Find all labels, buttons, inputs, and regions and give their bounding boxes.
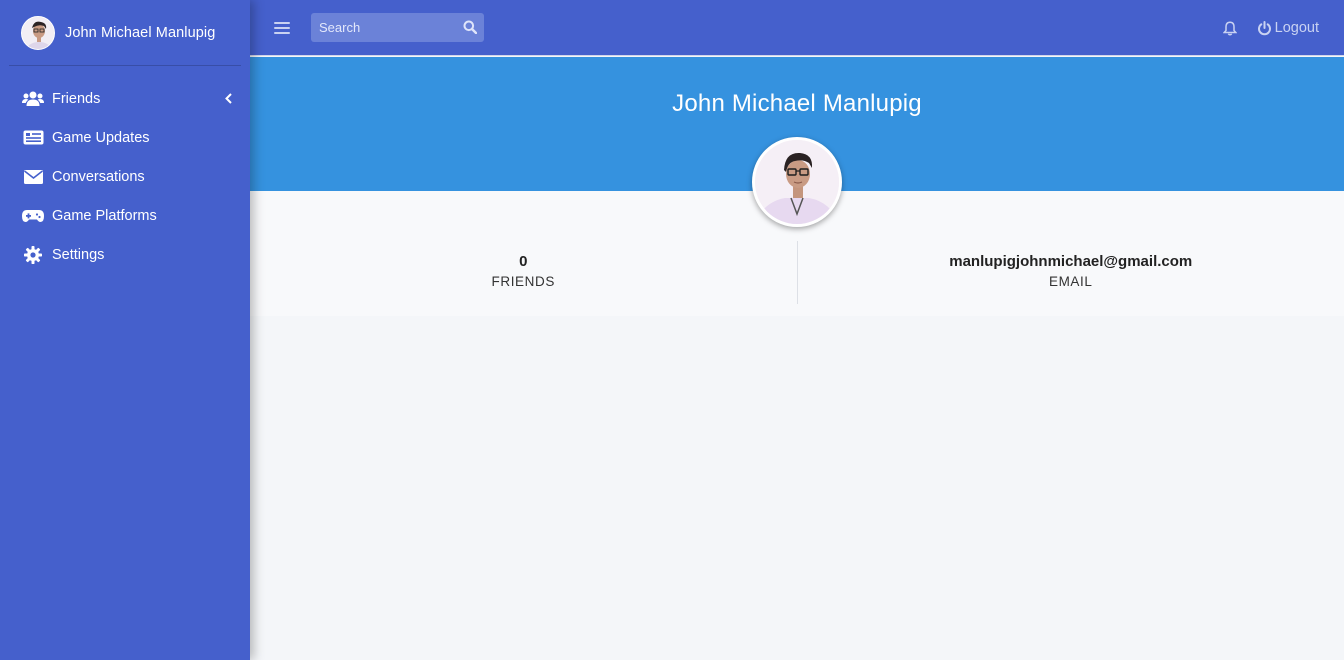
- sidebar-item-label: Game Updates: [52, 129, 150, 146]
- search-box: [311, 13, 484, 42]
- avatar[interactable]: [21, 15, 55, 50]
- profile-avatar: [752, 137, 842, 227]
- topbar: Logout: [250, 0, 1344, 56]
- sidebar-item-label: Settings: [52, 246, 105, 263]
- stat-email: manlupigjohnmichael@gmail.com EMAIL: [796, 241, 1344, 304]
- topbar-actions: Logout: [1222, 0, 1344, 56]
- logout-button[interactable]: Logout: [1257, 20, 1319, 36]
- stat-email-label: EMAIL: [1048, 274, 1093, 289]
- sidebar-item-label: Friends: [52, 90, 101, 107]
- sidebar-user-name[interactable]: John Michael Manlupig: [65, 25, 215, 41]
- search-input[interactable]: [311, 13, 484, 42]
- newspaper-icon: [22, 129, 44, 147]
- sidebar-item-settings[interactable]: Settings: [0, 235, 250, 274]
- sidebar-item-conversations[interactable]: Conversations: [0, 157, 250, 196]
- sidebar-nav: Friends Game Updates Conversations Game …: [0, 79, 250, 274]
- chevron-left-icon: [225, 93, 235, 105]
- stat-friends-label: FRIENDS: [491, 274, 555, 289]
- gear-icon: [22, 245, 44, 264]
- sidebar: John Michael Manlupig Friends Game Updat…: [0, 0, 250, 660]
- sidebar-user-panel[interactable]: John Michael Manlupig: [9, 0, 241, 66]
- profile-header: John Michael Manlupig: [250, 57, 1344, 227]
- users-icon: [22, 90, 44, 108]
- gamepad-icon: [22, 207, 44, 225]
- menu-toggle-icon[interactable]: [274, 21, 290, 35]
- envelope-icon: [22, 168, 44, 186]
- sidebar-item-friends[interactable]: Friends: [0, 79, 250, 118]
- stat-friends-value: 0: [519, 253, 528, 270]
- search-icon[interactable]: [463, 20, 478, 35]
- bell-icon[interactable]: [1222, 20, 1237, 36]
- sidebar-item-label: Conversations: [52, 168, 145, 185]
- logout-label: Logout: [1274, 20, 1319, 36]
- stat-email-value: manlupigjohnmichael@gmail.com: [949, 253, 1193, 270]
- stat-friends: 0 FRIENDS: [250, 191, 797, 316]
- power-icon: [1257, 20, 1271, 35]
- profile-name: John Michael Manlupig: [672, 90, 922, 117]
- sidebar-item-game-updates[interactable]: Game Updates: [0, 118, 250, 157]
- sidebar-item-game-platforms[interactable]: Game Platforms: [0, 196, 250, 235]
- sidebar-item-label: Game Platforms: [52, 207, 157, 224]
